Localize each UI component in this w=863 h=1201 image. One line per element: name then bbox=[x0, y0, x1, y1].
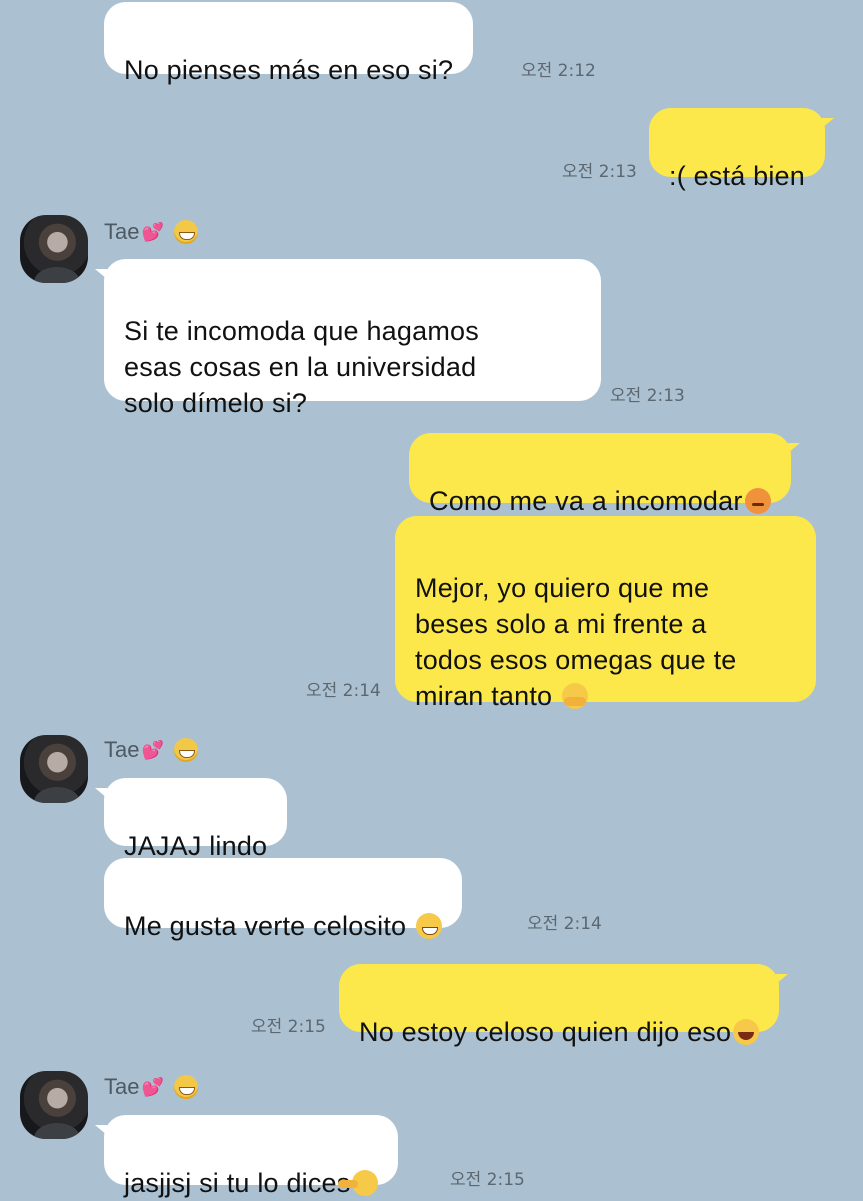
message-timestamp: 오전 2:13 bbox=[610, 386, 685, 406]
message-text: Como me va a incomodar bbox=[429, 486, 743, 516]
message-bubble-incoming[interactable]: No pienses más en eso si? bbox=[104, 2, 474, 85]
contact-avatar[interactable] bbox=[20, 735, 88, 803]
message-text: Si te incomoda que hagamos esas cosas en… bbox=[124, 316, 479, 418]
grinning-face-icon bbox=[173, 220, 198, 244]
laughing-face-icon bbox=[733, 1019, 760, 1045]
heart-emoji: 💕 bbox=[141, 1076, 164, 1097]
message-timestamp: 오전 2:15 bbox=[251, 1017, 326, 1037]
message-bubble-incoming[interactable]: Me gusta verte celosito bbox=[104, 858, 462, 941]
contact-name-text: Tae bbox=[104, 219, 140, 244]
message-bubble-outgoing[interactable]: Mejor, yo quiero que me beses solo a mi … bbox=[395, 516, 816, 711]
message-timestamp: 오전 2:14 bbox=[527, 914, 602, 934]
grinning-face-icon bbox=[415, 913, 442, 939]
message-text: No estoy celoso quien dijo eso bbox=[359, 1017, 732, 1047]
message-timestamp: 오전 2:12 bbox=[521, 61, 596, 81]
hugging-face-icon bbox=[561, 683, 588, 709]
pointing-hand-wink-icon bbox=[338, 1170, 379, 1196]
message-timestamp: 오전 2:15 bbox=[450, 1170, 525, 1190]
heart-emoji: 💕 bbox=[141, 221, 164, 242]
message-bubble-incoming[interactable]: JAJAJ lindo bbox=[94, 778, 288, 861]
contact-name-text: Tae bbox=[104, 1074, 140, 1099]
message-text: :( está bien bbox=[669, 161, 805, 191]
contact-avatar[interactable] bbox=[20, 215, 88, 283]
angry-face-icon bbox=[744, 488, 771, 514]
message-bubble-incoming[interactable]: jasjjsj si tu lo dices bbox=[94, 1115, 399, 1198]
contact-name-text: Tae bbox=[104, 737, 140, 762]
message-bubble-outgoing[interactable]: No estoy celoso quien dijo eso bbox=[339, 964, 789, 1047]
message-text: No pienses más en eso si? bbox=[124, 55, 454, 85]
message-text: Me gusta verte celosito bbox=[124, 911, 407, 941]
message-bubble-incoming[interactable]: Si te incomoda que hagamos esas cosas en… bbox=[95, 259, 601, 418]
contact-avatar[interactable] bbox=[20, 1071, 88, 1139]
message-timestamp: 오전 2:13 bbox=[562, 162, 637, 182]
contact-name: Tae 💕 bbox=[104, 1074, 198, 1100]
message-bubble-outgoing[interactable]: :( está bien bbox=[649, 108, 834, 191]
message-timestamp: 오전 2:14 bbox=[306, 681, 381, 701]
heart-emoji: 💕 bbox=[141, 739, 164, 760]
grinning-face-icon bbox=[173, 1075, 198, 1099]
contact-name: Tae 💕 bbox=[104, 219, 198, 245]
message-bubble-outgoing[interactable]: Como me va a incomodar bbox=[409, 433, 800, 516]
grinning-face-icon bbox=[173, 738, 198, 762]
message-text: jasjjsj si tu lo dices bbox=[124, 1168, 351, 1198]
message-text: JAJAJ lindo bbox=[124, 831, 268, 861]
contact-name: Tae 💕 bbox=[104, 737, 198, 763]
